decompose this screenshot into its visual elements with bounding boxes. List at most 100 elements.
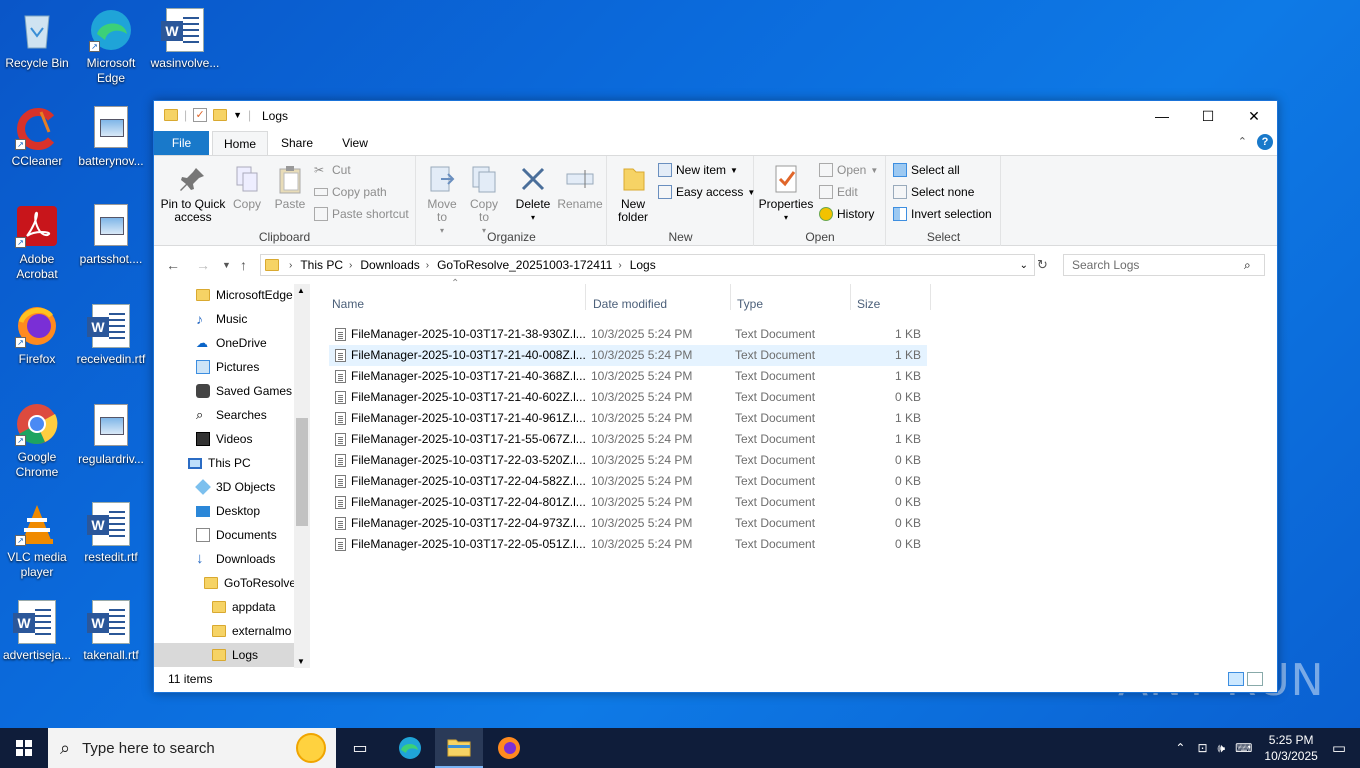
rename-button[interactable]: Rename — [557, 164, 603, 211]
scroll-down-icon[interactable]: ▼ — [297, 657, 305, 666]
nav-item[interactable]: ☁ OneDrive — [196, 331, 267, 355]
nav-item[interactable]: Pictures — [196, 355, 259, 379]
select-all-button[interactable]: Select all — [893, 163, 960, 177]
breadcrumb-this-pc[interactable]: This PC — [300, 258, 343, 272]
new-folder-button[interactable]: New folder — [612, 164, 654, 224]
refresh-icon[interactable]: ↻ — [1037, 257, 1048, 273]
nav-item-selected[interactable]: Logs — [154, 643, 294, 667]
taskbar-firefox[interactable] — [485, 728, 533, 768]
desktop-icon-acrobat[interactable]: ↗ Adobe Acrobat — [0, 204, 74, 282]
delete-button[interactable]: Delete ▾ — [511, 164, 555, 224]
large-icons-view-icon[interactable] — [1247, 672, 1263, 686]
desktop-icon-chrome[interactable]: ↗ Google Chrome — [0, 402, 74, 480]
taskbar-search[interactable]: ⌕ Type here to search — [48, 728, 336, 768]
column-header-name[interactable]: Name — [332, 292, 364, 316]
nav-item[interactable]: ↓ Downloads — [196, 547, 275, 571]
up-arrow-icon[interactable]: ↑ — [240, 257, 247, 273]
desktop-icon-word-doc[interactable]: W advertiseja... — [0, 600, 74, 663]
scroll-up-icon[interactable]: ▲ — [297, 286, 305, 295]
taskbar-file-explorer[interactable] — [435, 728, 483, 768]
ribbon-collapse-icon[interactable]: ⌃ — [1238, 135, 1247, 148]
table-row[interactable]: FileManager-2025-10-03T17-21-40-368Z.l..… — [329, 366, 927, 387]
tab-home[interactable]: Home — [212, 131, 268, 156]
scrollbar-thumb[interactable] — [296, 418, 308, 526]
nav-item[interactable]: ⌕ Searches — [196, 403, 267, 427]
move-to-button[interactable]: Move to ▾ — [423, 164, 461, 237]
copy-to-button[interactable]: Copy to ▾ — [465, 164, 503, 237]
desktop-icon-image-file[interactable]: regulardriv... — [74, 404, 148, 467]
ime-icon[interactable]: ⌨ — [1235, 741, 1252, 755]
maximize-icon[interactable]: ☐ — [1185, 101, 1231, 131]
new-item-button[interactable]: New item ▼ — [658, 163, 738, 177]
paste-button[interactable]: Paste — [270, 164, 310, 211]
nav-item[interactable]: MicrosoftEdge — [196, 284, 293, 307]
nav-item[interactable]: ♪ Music — [196, 307, 247, 331]
clock[interactable]: 5:25 PM 10/3/2025 — [1264, 732, 1317, 764]
recent-locations-icon[interactable]: ▼ — [222, 260, 231, 270]
easy-access-button[interactable]: Easy access ▼ — [658, 185, 755, 199]
chevron-right-icon[interactable]: › — [349, 260, 352, 271]
tab-view[interactable]: View — [330, 131, 380, 155]
desktop-icon-word-doc[interactable]: W wasinvolve... — [148, 8, 222, 71]
desktop-icon-edge[interactable]: ↗ Microsoft Edge — [74, 8, 148, 86]
notifications-icon[interactable]: ▭ — [1332, 739, 1346, 757]
help-icon[interactable]: ? — [1257, 134, 1273, 150]
chevron-right-icon[interactable]: › — [289, 260, 292, 271]
desktop-icon-ccleaner[interactable]: ↗ CCleaner — [0, 106, 74, 169]
table-row[interactable]: FileManager-2025-10-03T17-21-38-930Z.l..… — [329, 324, 927, 345]
column-divider[interactable] — [585, 284, 586, 310]
breadcrumb-downloads[interactable]: Downloads — [360, 258, 419, 272]
nav-item[interactable]: GoToResolve_ — [204, 571, 303, 595]
column-divider[interactable] — [730, 284, 731, 310]
table-row[interactable]: FileManager-2025-10-03T17-22-03-520Z.l..… — [329, 450, 927, 471]
properties-qat-icon[interactable]: ✓ — [193, 108, 208, 122]
desktop-icon-image-file[interactable]: batterynov... — [74, 106, 148, 169]
desktop-icon-vlc[interactable]: ↗ VLC media player — [0, 502, 74, 580]
details-view-icon[interactable] — [1228, 672, 1244, 686]
copy-button[interactable]: Copy — [228, 164, 266, 211]
new-folder-qat-icon[interactable] — [213, 109, 228, 121]
desktop-icon-firefox[interactable]: ↗ Firefox — [0, 304, 74, 367]
address-bar[interactable]: › This PC › Downloads › GoToResolve_2025… — [260, 254, 1035, 276]
nav-item[interactable]: appdata — [212, 595, 275, 619]
nav-item[interactable]: externalmo — [212, 619, 291, 643]
table-row[interactable]: FileManager-2025-10-03T17-21-40-602Z.l..… — [329, 387, 927, 408]
paste-shortcut-button[interactable]: Paste shortcut — [314, 207, 409, 221]
show-hidden-icons-icon[interactable]: ⌃ — [1175, 741, 1185, 755]
nav-item[interactable]: 3D Objects — [195, 475, 275, 499]
tab-file[interactable]: File — [154, 131, 209, 155]
table-row[interactable]: FileManager-2025-10-03T17-22-04-582Z.l..… — [329, 471, 927, 492]
table-row[interactable]: FileManager-2025-10-03T17-22-05-051Z.l..… — [329, 534, 927, 555]
invert-selection-button[interactable]: Invert selection — [893, 207, 992, 221]
pin-quick-access-button[interactable]: Pin to Quick access — [160, 164, 226, 224]
desktop-icon-word-doc[interactable]: W takenall.rtf — [74, 600, 148, 663]
open-button[interactable]: Open ▼ — [819, 163, 878, 177]
taskbar-edge[interactable] — [386, 728, 434, 768]
nav-scrollbar[interactable]: ▲ ▼ — [294, 284, 310, 668]
table-row[interactable]: FileManager-2025-10-03T17-21-40-961Z.l..… — [329, 408, 927, 429]
start-button[interactable] — [0, 728, 48, 768]
cut-button[interactable]: ✂ Cut — [314, 163, 351, 177]
nav-item[interactable]: Desktop — [196, 499, 260, 523]
minimize-icon[interactable]: — — [1139, 101, 1185, 131]
desktop-icon-image-file[interactable]: partsshot.... — [74, 204, 148, 267]
forward-arrow-icon[interactable]: → — [196, 257, 210, 273]
nav-item[interactable]: Documents — [196, 523, 277, 547]
tab-share[interactable]: Share — [272, 131, 322, 155]
desktop-icon-recycle-bin[interactable]: Recycle Bin — [0, 8, 74, 71]
network-icon[interactable]: ⊡ — [1197, 741, 1207, 755]
history-button[interactable]: History — [819, 207, 874, 221]
search-input[interactable]: Search Logs — [1063, 254, 1265, 276]
column-header-date[interactable]: Date modified — [593, 292, 667, 316]
copy-path-button[interactable]: Copy path — [314, 185, 387, 199]
nav-item[interactable]: Videos — [196, 427, 252, 451]
task-view-button[interactable]: ▭ — [336, 728, 384, 768]
nav-item[interactable]: This PC — [188, 451, 251, 475]
desktop-icon-word-doc[interactable]: W restedit.rtf — [74, 502, 148, 565]
address-dropdown-icon[interactable]: ⌄ — [1020, 260, 1028, 271]
edit-button[interactable]: Edit — [819, 185, 858, 199]
column-header-size[interactable]: Size — [857, 292, 880, 316]
back-arrow-icon[interactable]: ← — [166, 257, 180, 273]
column-divider[interactable] — [850, 284, 851, 310]
qat-dropdown-icon[interactable]: ▼ — [233, 110, 242, 120]
